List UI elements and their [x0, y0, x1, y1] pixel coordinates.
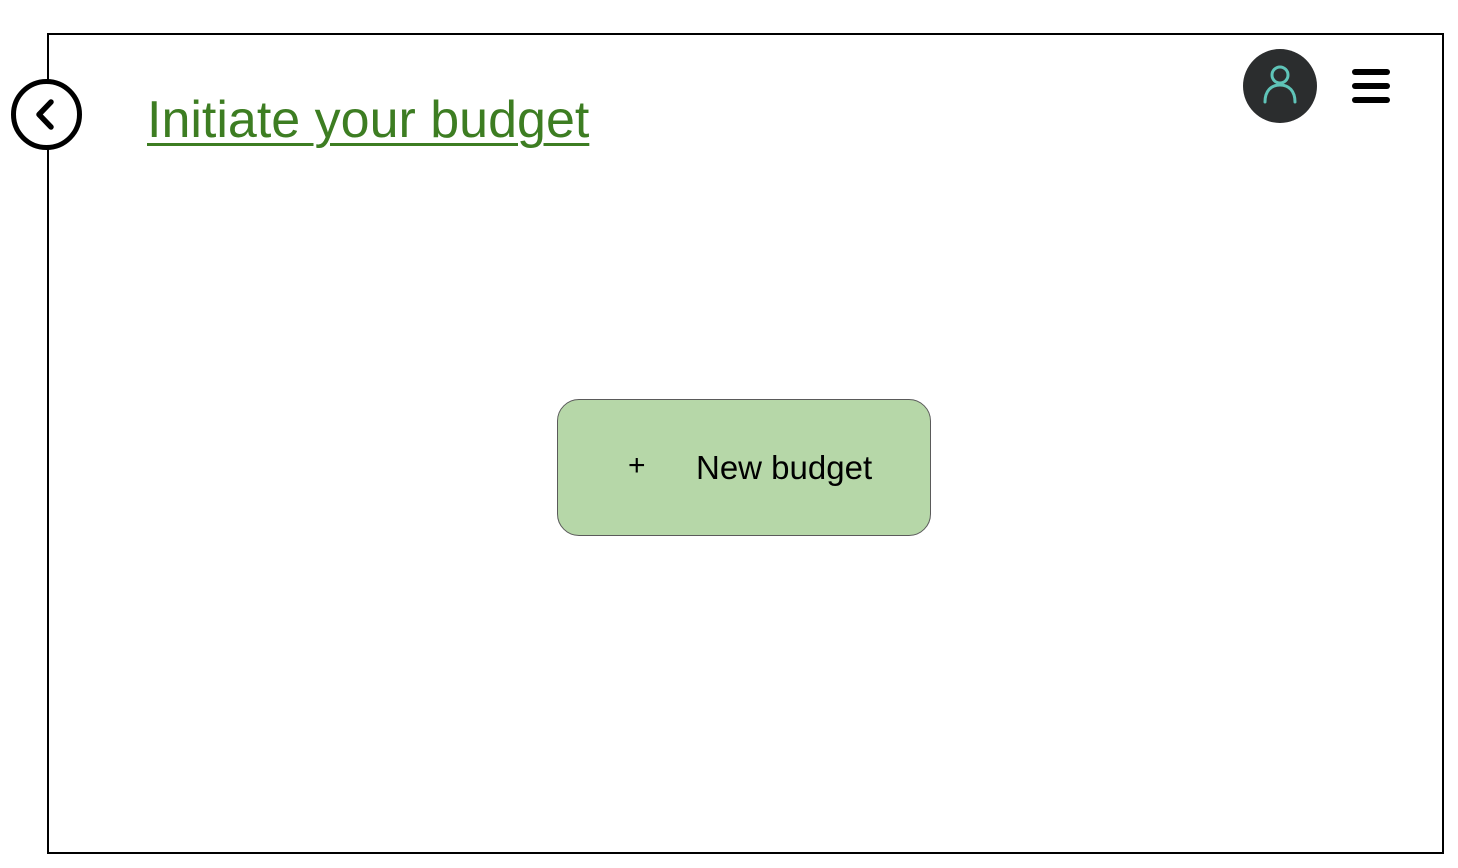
page-title[interactable]: Initiate your budget: [147, 88, 589, 152]
plus-icon: +: [628, 449, 646, 482]
hamburger-menu-icon: [1352, 69, 1390, 103]
new-budget-label: New budget: [696, 449, 873, 486]
menu-button[interactable]: [1350, 66, 1392, 106]
user-icon: [1263, 65, 1297, 104]
back-button[interactable]: [10, 78, 83, 151]
new-budget-button[interactable]: + New budget: [557, 399, 931, 536]
chevron-left-circle-icon: [11, 79, 82, 150]
avatar-button[interactable]: [1243, 49, 1317, 123]
